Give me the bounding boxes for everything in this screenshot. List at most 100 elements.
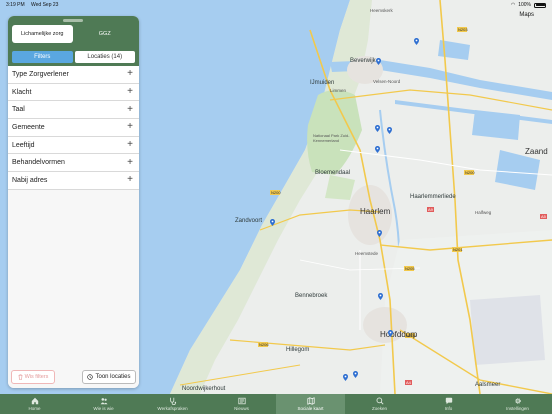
tab-nieuws[interactable]: Nieuws xyxy=(207,394,276,414)
panel-grabber[interactable] xyxy=(63,19,83,22)
svg-text:N205: N205 xyxy=(405,266,415,271)
panel-footer: Wis filters Toon locaties xyxy=(8,366,139,388)
filter-label: Type Zorgverlener xyxy=(12,70,69,78)
segment-lichamelijke-zorg[interactable]: Lichamelijke zorg xyxy=(12,25,73,43)
filter-label: Taal xyxy=(12,106,25,114)
tab-label: Wie is wie xyxy=(93,406,114,411)
plus-icon: + xyxy=(127,86,133,98)
location-pin[interactable] xyxy=(375,146,380,153)
map-icon xyxy=(306,397,315,405)
home-icon xyxy=(31,397,38,405)
svg-text:A5: A5 xyxy=(541,214,547,219)
place-zandvoort: Zandvoort xyxy=(235,218,263,224)
filter-row-nabij-adres[interactable]: Nabij adres + xyxy=(8,172,139,190)
newspaper-icon xyxy=(237,397,246,405)
view-segmented-control: Filters Locaties (14) xyxy=(12,51,135,63)
plus-icon: + xyxy=(127,68,133,80)
plus-icon: + xyxy=(127,156,133,168)
chat-icon xyxy=(445,397,452,405)
location-pin[interactable] xyxy=(388,330,393,337)
filter-label: Nabij adres xyxy=(12,176,48,184)
location-pin[interactable] xyxy=(414,38,419,45)
filter-label: Gemeente xyxy=(12,123,45,131)
location-pin[interactable] xyxy=(375,125,380,132)
status-date: Wed Sep 23 xyxy=(31,2,59,8)
segment-ggz[interactable]: GGZ xyxy=(75,25,136,43)
tab-label: Info xyxy=(444,406,453,411)
place-hoofddorp: Hoofddorp xyxy=(380,330,418,339)
tab-label: Instellingen xyxy=(506,406,529,411)
stethoscope-icon xyxy=(169,397,176,405)
tab-wie-is-wie[interactable]: Wie is wie xyxy=(69,394,138,414)
filter-panel: Lichamelijke zorg GGZ Filters Locaties (… xyxy=(8,16,139,388)
show-locations-label: Toon locaties xyxy=(95,374,131,380)
place-haarlem: Haarlem xyxy=(360,207,391,216)
filter-row-gemeente[interactable]: Gemeente + xyxy=(8,119,139,137)
trash-icon xyxy=(18,374,23,380)
tab-label: Home xyxy=(28,406,41,411)
plus-icon: + xyxy=(127,139,133,151)
apple-maps-attribution: Maps xyxy=(519,12,534,18)
filter-row-leeftijd[interactable]: Leeftijd + xyxy=(8,137,139,155)
svg-text:A4: A4 xyxy=(406,380,412,385)
segment-locaties[interactable]: Locaties (14) xyxy=(74,51,135,63)
care-type-segmented-control: Lichamelijke zorg GGZ xyxy=(12,25,135,43)
filter-list: Type Zorgverlener + Klacht + Taal + Gemeent… xyxy=(8,66,139,190)
people-icon xyxy=(100,398,108,405)
location-pin[interactable] xyxy=(376,58,381,65)
plus-icon: + xyxy=(127,174,133,186)
place-national-park: Nationaal Park Zuid-Kennemerland xyxy=(313,133,350,143)
svg-text:N203: N203 xyxy=(458,27,468,32)
filter-row-type-zorgverlener[interactable]: Type Zorgverlener + xyxy=(8,66,139,84)
tab-sociale-kaart[interactable]: Sociale kaart xyxy=(276,394,345,414)
location-pin[interactable] xyxy=(378,293,383,300)
place-ijmuiden: IJmuiden xyxy=(310,80,335,86)
clear-filters-label: Wis filters xyxy=(24,374,49,380)
tab-label: Werkafspraken xyxy=(157,406,188,411)
panel-header: Lichamelijke zorg GGZ Filters Locaties (… xyxy=(8,16,139,66)
status-bar: 3:19 PM Wed Sep 23 ◠ 100% xyxy=(0,0,552,10)
filter-label: Behandelvormen xyxy=(12,159,65,167)
status-time: 3:19 PM xyxy=(6,2,25,8)
tab-zoeken[interactable]: Zoeken xyxy=(345,394,414,414)
place-aalsmeer: Aalsmeer xyxy=(475,382,501,388)
battery-percentage: 100% xyxy=(518,2,531,8)
tab-home[interactable]: Home xyxy=(0,394,69,414)
location-pin[interactable] xyxy=(343,374,348,381)
place-hillegom: Hillegom xyxy=(286,347,310,353)
location-pin[interactable] xyxy=(387,127,392,134)
search-icon xyxy=(376,397,384,405)
location-pin[interactable] xyxy=(270,219,275,226)
location-pin[interactable] xyxy=(353,371,358,378)
svg-text:N206: N206 xyxy=(259,342,269,347)
svg-text:A9: A9 xyxy=(428,207,434,212)
filter-row-taal[interactable]: Taal + xyxy=(8,101,139,120)
place-velsen-noord: Velsen-Noord xyxy=(373,79,401,84)
show-locations-button[interactable]: Toon locaties xyxy=(82,370,136,384)
tab-instellingen[interactable]: Instellingen xyxy=(483,394,552,414)
plus-icon: + xyxy=(127,103,133,115)
tab-label: Nieuws xyxy=(234,406,249,411)
clear-filters-button[interactable]: Wis filters xyxy=(11,370,55,384)
place-haarlemmerliede: Haarlemmerliede xyxy=(410,194,456,200)
filter-row-klacht[interactable]: Klacht + xyxy=(8,84,139,102)
place-limmen: Limmen xyxy=(330,88,347,93)
tab-label: Sociale kaart xyxy=(297,406,324,411)
place-bennebroek: Bennebroek xyxy=(295,293,328,299)
place-beverwijk: Beverwijk xyxy=(350,58,376,64)
tab-bar: Home Wie is wie Werkafspraken Nieuws Soc… xyxy=(0,394,552,414)
gear-icon xyxy=(514,398,521,404)
svg-text:N201: N201 xyxy=(453,247,463,252)
wifi-icon: ◠ xyxy=(510,2,516,8)
filter-label: Leeftijd xyxy=(12,141,35,149)
clock-icon xyxy=(87,374,94,380)
place-heemstede: Heemstede xyxy=(355,251,379,256)
filter-label: Klacht xyxy=(12,88,32,96)
segment-filters[interactable]: Filters xyxy=(12,51,73,63)
location-pin[interactable] xyxy=(377,230,382,237)
plus-icon: + xyxy=(127,121,133,133)
tab-info[interactable]: Info xyxy=(414,394,483,414)
tab-werkafspraken[interactable]: Werkafspraken xyxy=(138,394,207,414)
filter-row-behandelvormen[interactable]: Behandelvormen + xyxy=(8,154,139,173)
svg-text:N200: N200 xyxy=(465,170,475,175)
